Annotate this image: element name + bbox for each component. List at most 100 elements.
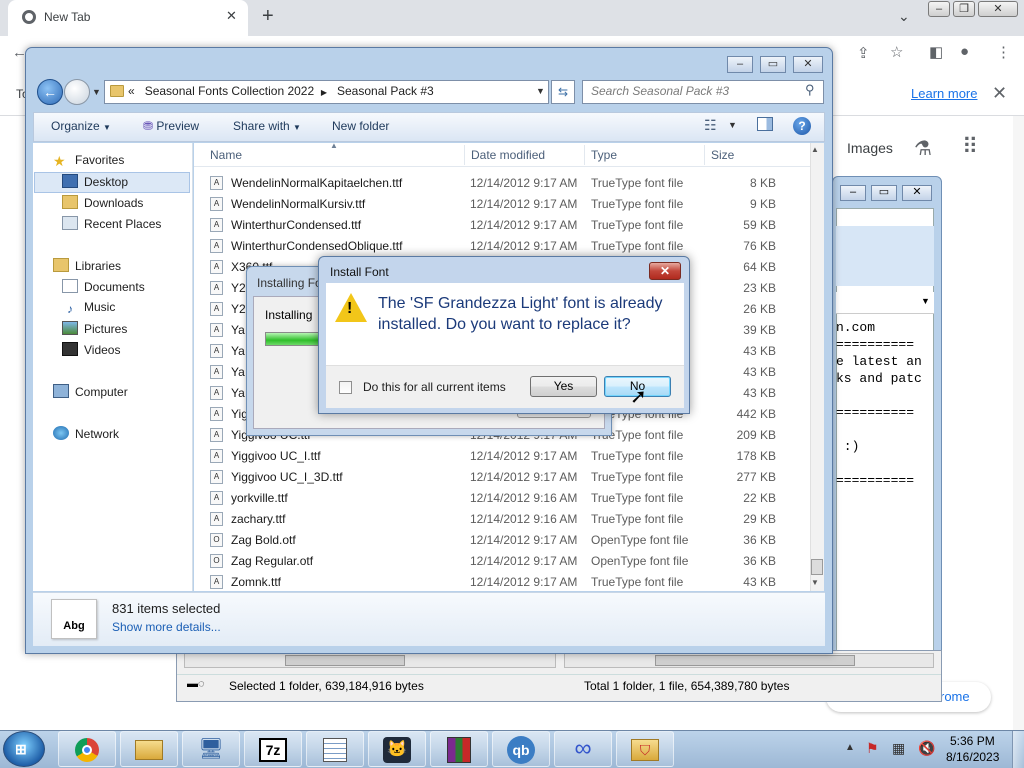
taskbar-qbittorrent[interactable]: qb [492,731,550,767]
chrome-close-button[interactable]: ✕ [978,1,1018,17]
file-row[interactable]: A WendelinNormalKapitaelchen.ttf 12/14/201… [208,172,782,193]
preview-button[interactable]: ⛃ Preview [143,119,199,133]
nav-downloads[interactable]: Downloads [62,195,143,215]
new-tab-button[interactable]: + [262,5,274,28]
action-center-flag-icon[interactable]: ⚑ [866,740,879,757]
nav-recent-places[interactable]: Recent Places [62,216,161,236]
share-icon[interactable]: ⇪ [857,44,870,62]
taskbar-winrar[interactable] [430,731,488,767]
column-type[interactable]: Type [591,148,617,162]
minimize-button[interactable]: – [727,56,753,73]
taskbar-infinity-app[interactable]: ∞ [554,731,612,767]
file-row[interactable]: A WinterthurCondensedOblique.ttf 12/14/201… [208,235,782,256]
labs-flask-icon[interactable]: ⚗ [914,136,932,161]
bg-restore-button[interactable]: ▭ [871,185,897,201]
column-date-modified[interactable]: Date modified [471,148,545,162]
recent-pages-dropdown[interactable]: ▼ [92,87,101,97]
bg-left-hscroll[interactable] [184,653,556,668]
nav-computer[interactable]: Computer [53,384,128,404]
taskbar-explorer[interactable] [120,731,178,767]
nav-pictures[interactable]: Pictures [62,321,127,341]
nav-documents[interactable]: Documents [62,279,145,299]
nav-music[interactable]: ♪ Music [62,300,115,320]
chrome-restore-button[interactable]: ❐ [953,1,975,17]
nav-libraries[interactable]: Libraries [53,258,121,278]
profile-icon[interactable]: ● [960,43,969,60]
tab-close-icon[interactable]: ✕ [226,8,237,24]
view-dropdown-icon[interactable]: ▼ [728,120,737,130]
help-icon[interactable]: ? [793,117,811,135]
new-folder-button[interactable]: New folder [332,119,389,133]
column-divider[interactable] [584,145,585,165]
breadcrumb-item[interactable]: Seasonal Pack #3 [337,84,434,98]
share-with-button[interactable]: Share with ▼ [233,119,301,133]
taskbar-notepad[interactable] [306,731,364,767]
volume-muted-icon[interactable]: 🔇 [918,740,935,757]
show-desktop-button[interactable] [1012,731,1024,768]
file-row[interactable]: O Zag Regular.otf 12/14/2012 9:17 AM OpenTy… [208,550,782,571]
column-size[interactable]: Size [711,148,734,162]
file-row[interactable]: O Zag Bold.otf 12/14/2012 9:17 AM OpenType … [208,529,782,550]
view-options-icon[interactable]: ☷ [704,117,717,134]
images-link[interactable]: Images [847,140,893,156]
taskbar-7zip[interactable]: 7z [244,731,302,767]
organize-button[interactable]: Organize ▼ [51,119,111,133]
column-divider[interactable] [704,145,705,165]
forward-button[interactable] [64,79,90,105]
address-dropdown-icon[interactable]: ▼ [536,86,545,96]
google-apps-icon[interactable]: ⠿ [962,134,978,160]
bg-close-button[interactable]: ✕ [902,185,932,201]
maximize-button[interactable]: ▭ [760,56,786,73]
infobar-close-icon[interactable]: ✕ [992,83,1007,104]
nav-videos[interactable]: Videos [62,342,120,362]
side-panel-icon[interactable]: ◧ [929,43,943,61]
tab-search-icon[interactable]: ⌄ [898,8,910,25]
nav-desktop[interactable]: Desktop [62,174,128,194]
close-button[interactable]: ✕ [793,56,823,73]
preview-pane-icon[interactable] [757,117,773,131]
back-button[interactable]: ← [37,79,63,105]
clock-date[interactable]: 8/16/2023 [946,750,999,764]
file-row[interactable]: A WinterthurCondensed.ttf 12/14/2012 9:17 … [208,214,782,235]
scrollbar-thumb[interactable] [811,559,823,575]
learn-more-link[interactable]: Learn more [911,86,977,101]
apply-all-checkbox[interactable] [339,381,352,394]
file-list-scrollbar[interactable] [810,143,824,591]
dialog-close-button[interactable]: ✕ [649,262,681,280]
chrome-scrollbar[interactable] [1013,116,1024,730]
search-icon[interactable]: ⚲ [805,82,815,98]
nav-favorites[interactable]: ★ Favorites [53,153,124,173]
network-tray-icon[interactable]: ▦ [892,740,905,757]
file-row[interactable]: A Yiggivoo UC_I.ttf 12/14/2012 9:17 AM True… [208,445,782,466]
taskbar-cat-app[interactable]: 🐱 [368,731,426,767]
chrome-minimize-button[interactable]: – [928,1,950,17]
refresh-button[interactable]: ⇆ [551,80,575,104]
breadcrumb-separator-icon[interactable]: ▶ [321,88,327,97]
bg-minimize-button[interactable]: – [840,185,866,201]
taskbar-chrome[interactable] [58,731,116,767]
bookmark-star-icon[interactable]: ☆ [890,43,903,61]
file-row[interactable]: A Yiggivoo UC_I_3D.ttf 12/14/2012 9:17 AM T… [208,466,782,487]
show-more-details-link[interactable]: Show more details... [112,620,221,634]
yes-button[interactable]: Yes [530,376,597,397]
taskbar-remote[interactable]: 🖥 [182,731,240,767]
breadcrumb-overflow[interactable]: « [128,84,135,98]
clock-time[interactable]: 5:36 PM [950,734,995,748]
column-name[interactable]: Name [210,148,242,162]
bg-dropdown[interactable]: ▼ [836,292,934,314]
tray-overflow-icon[interactable]: ▲ [845,742,855,753]
file-row[interactable]: A WendelinNormalKursiv.ttf 12/14/2012 9:17… [208,193,782,214]
chrome-menu-icon[interactable]: ⋮ [996,43,1011,61]
bg-right-hscroll[interactable] [564,653,934,668]
file-row[interactable]: Ayorkville.ttf 12/14/2012 9:16 AM TrueType… [208,487,782,508]
nav-network[interactable]: Network [53,426,119,446]
file-row[interactable]: A Zomnk.ttf 12/14/2012 9:17 AM TrueType fon… [208,571,782,592]
scroll-up-arrow-icon[interactable]: ▲ [811,145,819,154]
apply-all-label[interactable]: Do this for all current items [363,380,506,394]
scroll-down-arrow-icon[interactable]: ▼ [811,578,819,587]
file-row[interactable]: Azachary.ttf 12/14/2012 9:16 AM TrueType f… [208,508,782,529]
breadcrumb-item[interactable]: Seasonal Fonts Collection 2022 [145,84,314,98]
column-divider[interactable] [464,145,465,165]
chrome-tab[interactable]: New Tab ✕ [8,0,248,36]
taskbar-shield-folder[interactable]: ⛉ [616,731,674,767]
